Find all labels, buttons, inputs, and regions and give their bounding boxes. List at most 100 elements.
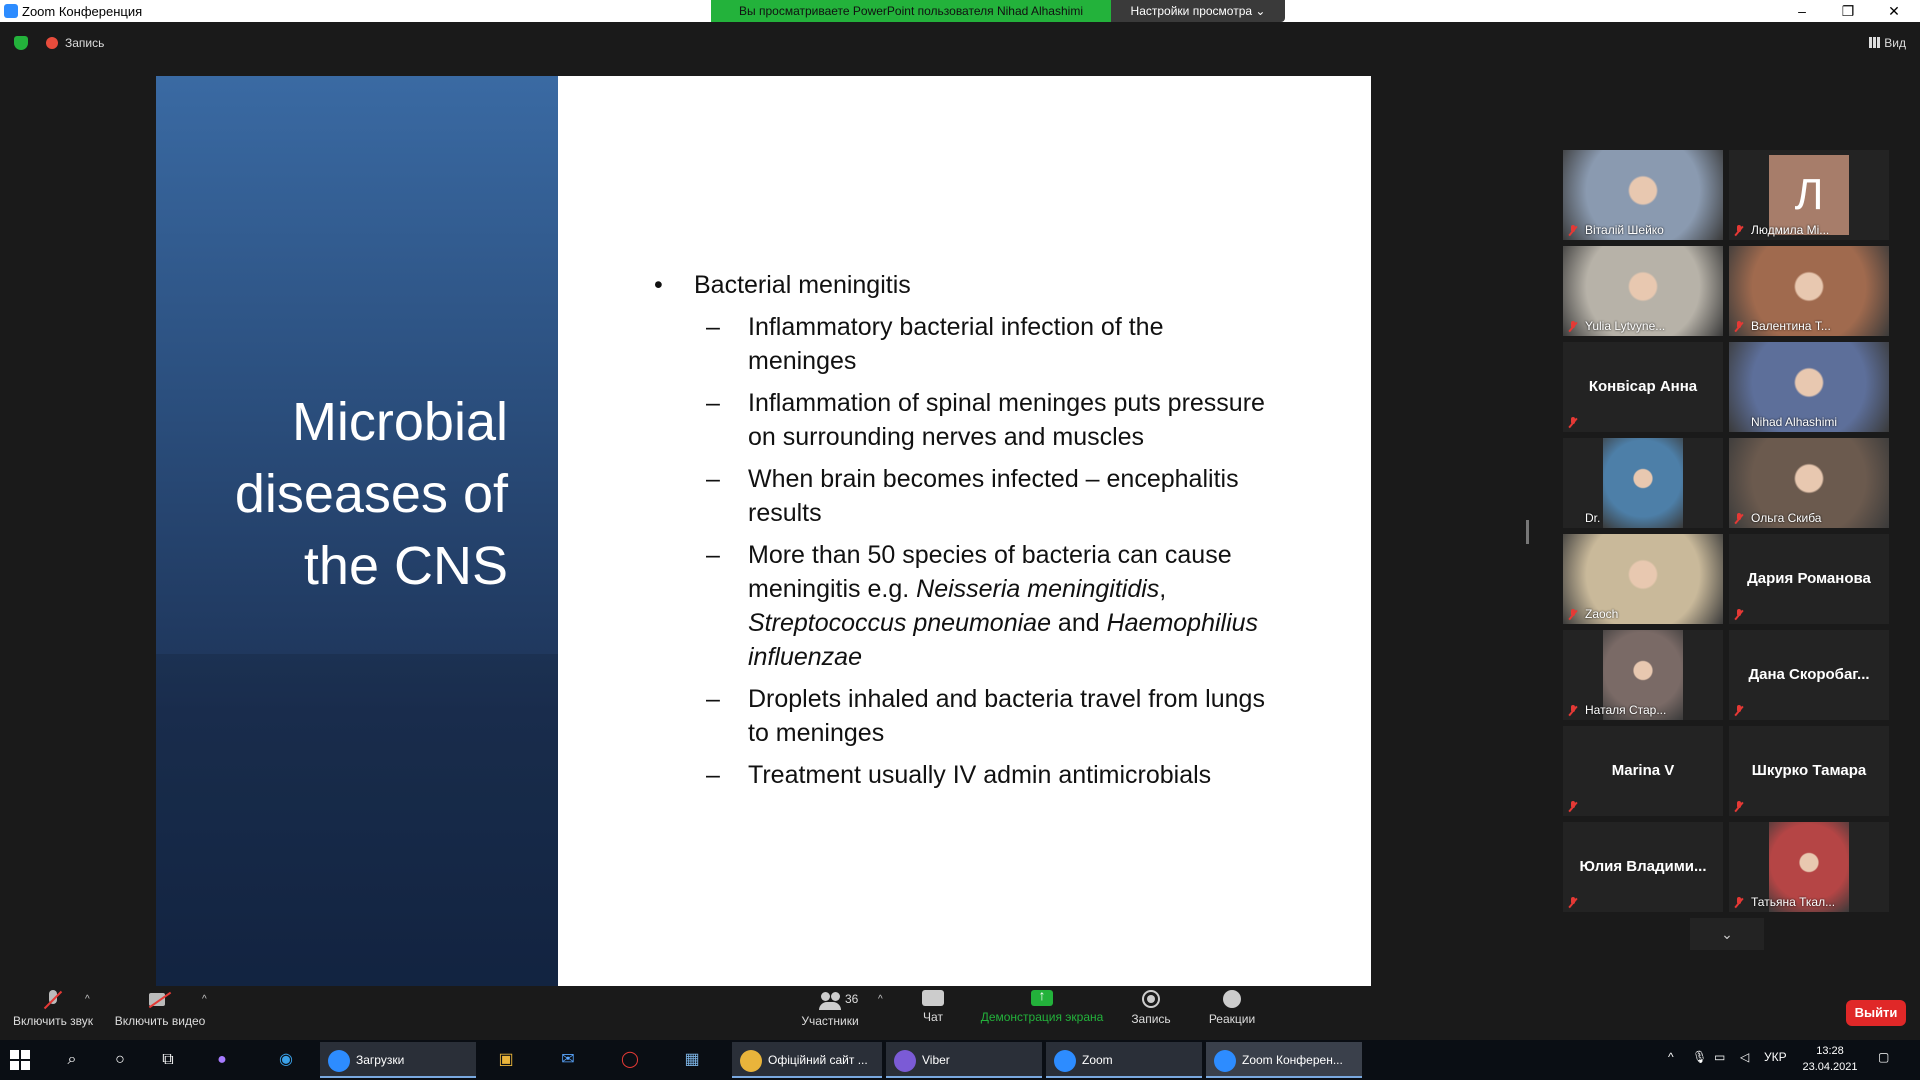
participant-tile[interactable]: Валентина Т... [1729,246,1889,336]
participant-tile[interactable]: Ольга Скиба [1729,438,1889,528]
share-screen-icon [1031,987,1053,1006]
bullet-sub: When brain becomes infected – encephalit… [646,462,1266,530]
participant-tile[interactable]: Marina V [1563,726,1723,816]
slide-title-line: Microbial [291,392,508,452]
zoom-meeting-icon [1214,1049,1236,1072]
participant-tile[interactable]: Zaoch [1563,534,1723,624]
bullet-italic: Neisseria meningitidis [916,575,1160,603]
record-icon [1142,990,1160,1008]
view-button[interactable]: Вид [1869,36,1906,50]
participant-tile[interactable]: Yulia Lytvyne... [1563,246,1723,336]
participant-tile[interactable]: Шкурко Тамара [1729,726,1889,816]
muted-microphone-icon [1734,705,1744,716]
share-screen-button[interactable]: Демонстрация экрана [975,987,1109,1024]
viber-icon [894,1049,916,1072]
bullet-text: and [1050,609,1107,637]
participant-tile[interactable]: Дана Скоробаг... [1729,630,1889,720]
tray-network-icon[interactable]: ▭ [1714,1050,1725,1064]
clock-date: 23.04.2021 [1802,1061,1858,1073]
participant-tile[interactable]: Конвісар Анна [1563,342,1723,432]
mail-icon[interactable]: ✉ [556,1048,580,1072]
taskbar-clock[interactable]: 13:28 23.04.2021 [1795,1043,1865,1075]
start-video-label: Включить видео [114,1014,206,1028]
maximize-button[interactable]: ❐ [1826,0,1870,22]
audio-options-caret-icon[interactable]: ^ [85,994,90,1005]
reactions-icon [1223,990,1241,1008]
minimize-button[interactable]: – [1780,0,1824,22]
opera-icon[interactable]: ◯ [618,1048,642,1072]
task-label: Zoom Конферен... [1242,1053,1343,1067]
calculator-icon[interactable]: ▦ [680,1048,704,1072]
participant-tile[interactable]: Віталій Шейко [1563,150,1723,240]
reactions-button[interactable]: Реакции [1200,990,1264,1026]
chat-button[interactable]: Чат [905,990,961,1024]
chat-label: Чат [923,1010,943,1024]
video-options-caret-icon[interactable]: ^ [202,994,207,1005]
taskbar-task-zoom-meeting[interactable]: Zoom Конферен... [1206,1042,1362,1078]
meeting-topbar: Запись Вид [0,22,1920,64]
participant-name: Ольга Скиба [1751,511,1822,525]
participant-tile[interactable]: Татьяна Ткал... [1729,822,1889,912]
taskbar-task-chrome[interactable]: Офіційний сайт ... [732,1042,882,1078]
panel-resize-handle[interactable] [1526,520,1529,544]
cortana-icon[interactable]: ○ [108,1048,132,1072]
chat-icon [922,990,944,1006]
participant-tile[interactable]: Дария Романова [1729,534,1889,624]
windows-start-icon[interactable] [10,1050,30,1070]
window-title: Zoom Конференция [22,4,143,19]
security-shield-icon[interactable] [14,36,28,50]
tray-volume-icon[interactable]: ◁ [1740,1050,1749,1064]
muted-microphone-icon [1734,513,1744,524]
gallery-scroll-down-button[interactable]: ⌄ [1690,918,1764,950]
muted-microphone-icon [1568,705,1578,716]
task-label: Загрузки [356,1053,405,1067]
slide-title-line: diseases of [234,464,508,524]
tray-overflow-icon[interactable]: ^ [1668,1050,1674,1064]
participant-name: Валентина Т... [1751,319,1831,333]
participant-name: Yulia Lytvyne... [1585,319,1666,333]
muted-microphone-icon [1568,609,1578,620]
close-button[interactable]: ✕ [1872,0,1916,22]
participant-tile[interactable]: Юлия Владими... [1563,822,1723,912]
share-screen-label: Демонстрация экрана [980,1010,1104,1024]
slide-bullets: Bacterial meningitis Inflammatory bacter… [646,268,1266,800]
record-button[interactable]: Запись [1123,990,1179,1026]
notifications-icon[interactable]: ▢ [1878,1050,1889,1064]
microphone-muted-icon [42,990,64,1010]
bullet-sub: Droplets inhaled and bacteria travel fro… [646,682,1266,750]
participant-tile[interactable]: Л Людмила Мі... [1729,150,1889,240]
muted-microphone-icon [1568,321,1578,332]
tray-language[interactable]: УКР [1764,1050,1787,1064]
bullet-main: Bacterial meningitis [646,268,1266,302]
muted-microphone-icon [1568,897,1578,908]
leave-meeting-button[interactable]: Выйти [1846,1000,1906,1026]
view-settings-dropdown[interactable]: Настройки просмотра ⌄ [1111,0,1285,22]
participant-tile[interactable]: Dr. [1563,438,1723,528]
app-circle-icon[interactable]: ● [210,1048,234,1072]
unmute-label: Включить звук [12,1014,94,1028]
reactions-label: Реакции [1208,1012,1256,1026]
bullet-sub: Inflammation of spinal meninges puts pre… [646,386,1266,454]
muted-microphone-icon [1734,321,1744,332]
chrome-icon [740,1049,762,1072]
recording-icon [46,37,58,49]
participants-label: Участники [801,1014,859,1028]
view-label: Вид [1884,36,1906,50]
participants-icon [819,990,841,1010]
taskbar-task-viber[interactable]: Viber [886,1042,1042,1078]
participant-name: Zaoch [1585,607,1619,621]
participant-tile[interactable]: Nihad Alhashimi [1729,342,1889,432]
taskbar-task-zoom[interactable]: Zoom [1046,1042,1202,1078]
taskbar-task-downloads[interactable]: Загрузки [320,1042,476,1078]
shared-slide: Microbial diseases of the CNS Bacterial … [156,76,1371,986]
edge-browser-icon[interactable]: ◉ [274,1048,298,1072]
participant-tile[interactable]: Наталя Стар... [1563,630,1723,720]
bullet-sub: Treatment usually IV admin antimicrobial… [646,758,1266,792]
search-icon[interactable]: ⌕ [60,1048,84,1072]
task-view-icon[interactable]: ⧉ [156,1048,180,1072]
tray-microphone-icon[interactable]: 🎙 [1692,1050,1707,1064]
store-icon[interactable]: ▣ [494,1048,518,1072]
muted-microphone-icon [1734,609,1744,620]
participants-caret-icon[interactable]: ^ [878,994,883,1005]
start-video-button[interactable]: Включить видео [112,990,208,1028]
